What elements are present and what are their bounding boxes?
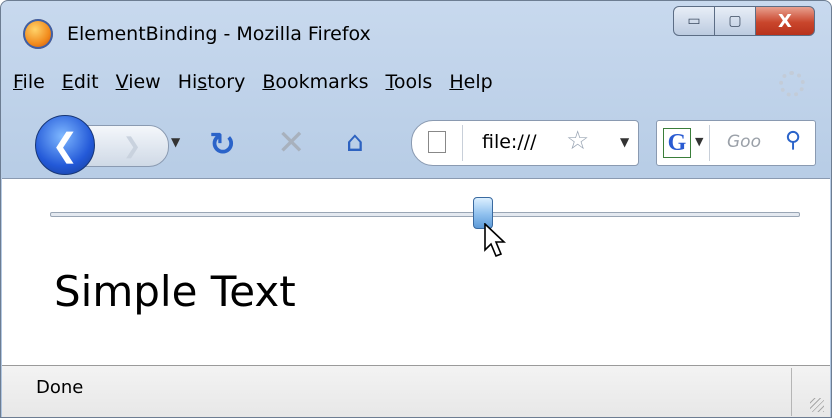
menu-tools[interactable]: Tools: [386, 71, 433, 93]
menu-edit[interactable]: Edit: [62, 71, 99, 93]
window-controls: ▭ ▢ X: [673, 6, 815, 36]
back-button[interactable]: ❮: [35, 115, 95, 175]
bound-text: Simple Text: [54, 267, 296, 316]
window-title: ElementBinding - Mozilla Firefox: [67, 23, 371, 45]
status-text: Done: [36, 377, 84, 398]
navigation-toolbar: ❮ ❯ ▼ ↻ ✕ ⌂ file:/// ☆ ▼ G ▼ Goo ⚲: [1, 107, 831, 177]
menu-view[interactable]: View: [116, 71, 161, 93]
star-icon[interactable]: ☆: [566, 126, 589, 156]
stop-icon: ✕: [277, 123, 306, 163]
reload-icon: ↻: [209, 125, 236, 163]
maximize-button[interactable]: ▢: [714, 6, 756, 36]
url-dropdown-icon[interactable]: ▼: [620, 135, 629, 149]
menu-file[interactable]: File: [13, 71, 45, 93]
home-icon: ⌂: [346, 125, 364, 158]
slider-track[interactable]: [50, 212, 800, 217]
activity-throbber-icon: [779, 71, 805, 97]
address-bar[interactable]: file:/// ☆ ▼: [411, 120, 639, 166]
page-icon: [428, 131, 446, 153]
search-bar[interactable]: G ▼ Goo ⚲: [656, 120, 816, 166]
close-button[interactable]: X: [755, 6, 815, 36]
url-input[interactable]: file:///: [482, 131, 560, 153]
status-bar: Done: [2, 365, 830, 417]
stop-button[interactable]: ✕: [277, 123, 306, 163]
page-content: Simple Text: [2, 178, 830, 365]
status-divider: [791, 368, 792, 416]
menu-bar: File Edit View History Bookmarks Tools Help: [13, 71, 510, 93]
address-separator: [462, 125, 463, 161]
menu-help[interactable]: Help: [449, 71, 492, 93]
history-dropdown-icon[interactable]: ▼: [171, 135, 180, 149]
magnifier-icon[interactable]: ⚲: [785, 128, 801, 153]
browser-window: ElementBinding - Mozilla Firefox ▭ ▢ X F…: [0, 0, 832, 418]
reload-button[interactable]: ↻: [209, 125, 236, 163]
firefox-logo-icon: [23, 19, 53, 49]
search-separator: [709, 125, 710, 161]
menu-history[interactable]: History: [178, 71, 246, 93]
forward-arrow-icon: ❯: [122, 133, 142, 159]
back-arrow-icon: ❮: [51, 126, 79, 164]
search-engine-dropdown-icon[interactable]: ▼: [695, 135, 703, 148]
search-engine-icon[interactable]: G: [663, 128, 691, 158]
home-button[interactable]: ⌂: [346, 125, 364, 158]
resize-grip[interactable]: [810, 398, 824, 412]
minimize-button[interactable]: ▭: [673, 6, 715, 36]
search-input[interactable]: Goo: [727, 132, 783, 152]
title-bar: ElementBinding - Mozilla Firefox ▭ ▢ X: [1, 1, 831, 63]
menu-bookmarks[interactable]: Bookmarks: [262, 71, 368, 93]
